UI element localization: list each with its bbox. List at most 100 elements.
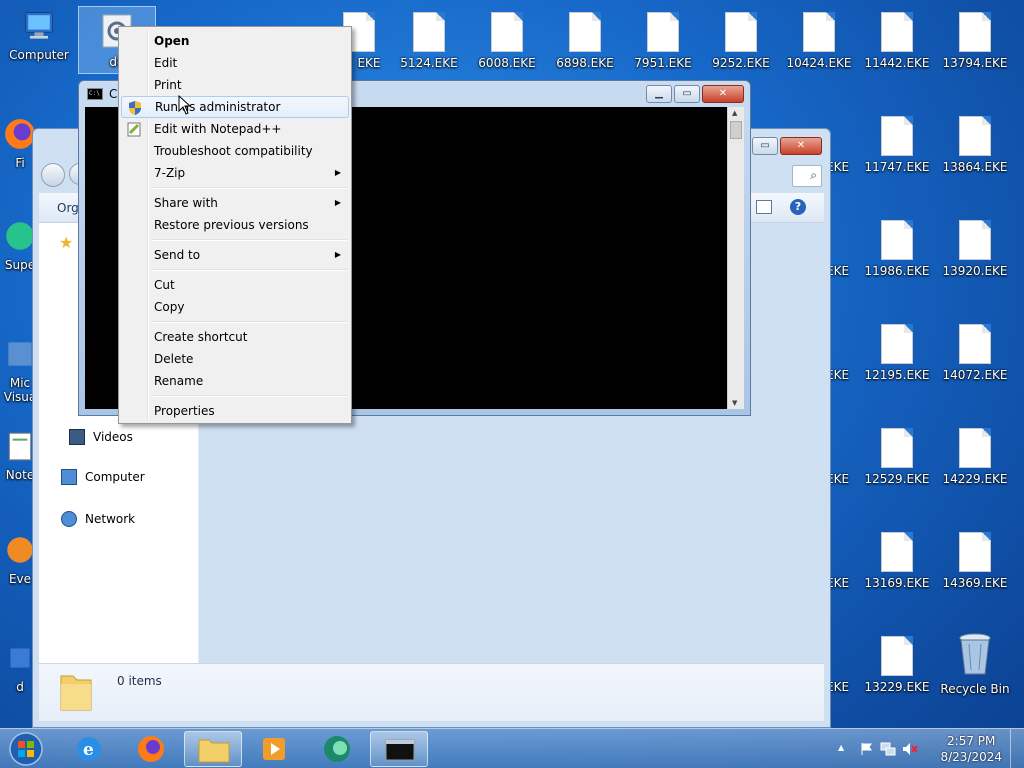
vertical-scrollbar[interactable]: ▲ ▼	[727, 107, 744, 409]
desktop-icon-computer[interactable]: Computer	[2, 8, 76, 62]
scroll-down-arrow[interactable]: ▼	[732, 399, 737, 407]
menu-item-delete[interactable]: Delete	[121, 348, 349, 370]
desktop-file-14369[interactable]: 14369.EKE	[938, 532, 1012, 590]
close-button[interactable]: ✕	[780, 137, 822, 155]
file-icon	[881, 636, 913, 676]
show-hidden-icons-button[interactable]: ▲	[838, 743, 844, 752]
desktop-file-6008[interactable]: 6008.EKE	[470, 12, 544, 70]
desktop-icon-label: 14229.EKE	[942, 472, 1008, 486]
menu-item-run-as-admin[interactable]: Run as administrator	[121, 96, 349, 118]
organize-menu[interactable]: Org	[57, 201, 79, 215]
nav-item-computer[interactable]: Computer	[61, 469, 145, 485]
desktop-icon-label: Recycle Bin	[940, 682, 1010, 696]
nav-item-videos[interactable]: Videos	[69, 429, 133, 445]
show-desktop-button[interactable]	[1010, 729, 1024, 768]
minimize-button[interactable]: ▁	[646, 85, 672, 103]
desktop-file-13794[interactable]: 13794.EKE	[938, 12, 1012, 70]
clock-date: 8/23/2024	[940, 750, 1002, 764]
menu-item-print[interactable]: Print	[121, 74, 349, 96]
desktop-file-13169[interactable]: 13169.EKE	[860, 532, 934, 590]
desktop-icon-label: Eve	[8, 572, 32, 586]
desktop-file-12195[interactable]: 12195.EKE	[860, 324, 934, 382]
menu-item-create-shortcut[interactable]: Create shortcut	[121, 326, 349, 348]
desktop-file-13864[interactable]: 13864.EKE	[938, 116, 1012, 174]
maximize-button[interactable]: ▭	[752, 137, 778, 155]
menu-item-send-to[interactable]: Send to ▶	[121, 244, 349, 266]
desktop-icon-recycle-bin[interactable]: Recycle Bin	[938, 630, 1012, 696]
cmd-icon	[385, 739, 415, 761]
favorites-star-icon[interactable]: ★	[59, 233, 73, 252]
desktop-file-13920[interactable]: 13920.EKE	[938, 220, 1012, 278]
menu-separator	[121, 266, 349, 274]
desktop-icon-label: 12529.EKE	[864, 472, 930, 486]
desktop-icon-label: 6008.EKE	[478, 56, 536, 70]
desktop-icon-label: 12195.EKE	[864, 368, 930, 382]
desktop-icon-label: Supe	[4, 258, 36, 272]
menu-item-restore-versions[interactable]: Restore previous versions	[121, 214, 349, 236]
scroll-thumb[interactable]	[730, 121, 742, 139]
menu-item-troubleshoot[interactable]: Troubleshoot compatibility	[121, 140, 349, 162]
menu-item-rename[interactable]: Rename	[121, 370, 349, 392]
menu-item-cut[interactable]: Cut	[121, 274, 349, 296]
start-button[interactable]	[4, 730, 48, 768]
taskbar-explorer[interactable]	[184, 731, 242, 767]
desktop-file-11747[interactable]: 11747.EKE	[860, 116, 934, 174]
menu-item-share-with[interactable]: Share with ▶	[121, 192, 349, 214]
desktop-file-12529[interactable]: 12529.EKE	[860, 428, 934, 486]
network-icon	[61, 511, 77, 527]
nav-item-network[interactable]: Network	[61, 511, 135, 527]
system-tray: ▲ 2:57 PM 8/23/2024	[834, 729, 1024, 768]
clock[interactable]: 2:57 PM 8/23/2024	[940, 733, 1002, 765]
desktop-file-6898[interactable]: 6898.EKE	[548, 12, 622, 70]
desktop-file-9252[interactable]: 9252.EKE	[704, 12, 778, 70]
menu-item-edit[interactable]: Edit	[121, 52, 349, 74]
menu-item-open[interactable]: Open	[121, 30, 349, 52]
menu-item-7zip[interactable]: 7-Zip ▶	[121, 162, 349, 184]
taskbar-ie[interactable]: e	[60, 731, 118, 767]
desktop-file-11986[interactable]: 11986.EKE	[860, 220, 934, 278]
menu-separator	[121, 318, 349, 326]
desktop-file-7951[interactable]: 7951.EKE	[626, 12, 700, 70]
desktop-icon-label: 13229.EKE	[864, 680, 930, 694]
desktop-icon-label: 14369.EKE	[942, 576, 1008, 590]
video-folder-icon	[69, 429, 85, 445]
desktop-file-10424[interactable]: 10424.EKE	[782, 12, 856, 70]
back-button[interactable]	[41, 163, 65, 187]
menu-item-copy[interactable]: Copy	[121, 296, 349, 318]
action-center-flag-icon[interactable]	[860, 742, 874, 756]
taskbar-cmd[interactable]	[370, 731, 428, 767]
taskbar-app[interactable]	[308, 731, 366, 767]
file-icon	[491, 12, 523, 52]
preview-pane-icon[interactable]	[756, 200, 772, 214]
desktop-icon-label: 13169.EKE	[864, 576, 930, 590]
desktop-icon-label: 6898.EKE	[556, 56, 614, 70]
desktop-icon-label: Note	[5, 468, 35, 482]
maximize-button[interactable]: ▭	[674, 85, 700, 103]
menu-label: Rename	[154, 374, 204, 388]
window-controls: ▁ ▭ ✕	[646, 85, 744, 103]
volume-muted-icon[interactable]	[902, 742, 918, 756]
menu-item-properties[interactable]: Properties	[121, 400, 349, 422]
desktop-file-13229[interactable]: 13229.EKE	[860, 636, 934, 694]
network-icon[interactable]	[880, 742, 896, 756]
search-input[interactable]: ⌕	[792, 165, 822, 187]
cmd-icon	[87, 88, 103, 100]
help-icon[interactable]: ?	[790, 199, 806, 215]
menu-label: Share with	[154, 196, 218, 210]
close-button[interactable]: ✕	[702, 85, 744, 103]
desktop-icon-label: Computer	[9, 48, 69, 62]
desktop-file-11442[interactable]: 11442.EKE	[860, 12, 934, 70]
desktop-file-5124[interactable]: 5124.EKE	[392, 12, 466, 70]
desktop-file-14229[interactable]: 14229.EKE	[938, 428, 1012, 486]
menu-label: Print	[154, 78, 182, 92]
taskbar-firefox[interactable]	[122, 731, 180, 767]
mouse-pointer-icon	[178, 95, 192, 115]
taskbar-media-player[interactable]	[246, 731, 304, 767]
menu-item-notepadpp[interactable]: Edit with Notepad++	[121, 118, 349, 140]
menu-label: 7-Zip	[154, 166, 186, 180]
notepadpp-icon	[127, 122, 141, 137]
scroll-up-arrow[interactable]: ▲	[732, 109, 737, 117]
menu-label: Properties	[154, 404, 215, 418]
menu-label: Cut	[154, 278, 175, 292]
desktop-file-14072[interactable]: 14072.EKE	[938, 324, 1012, 382]
